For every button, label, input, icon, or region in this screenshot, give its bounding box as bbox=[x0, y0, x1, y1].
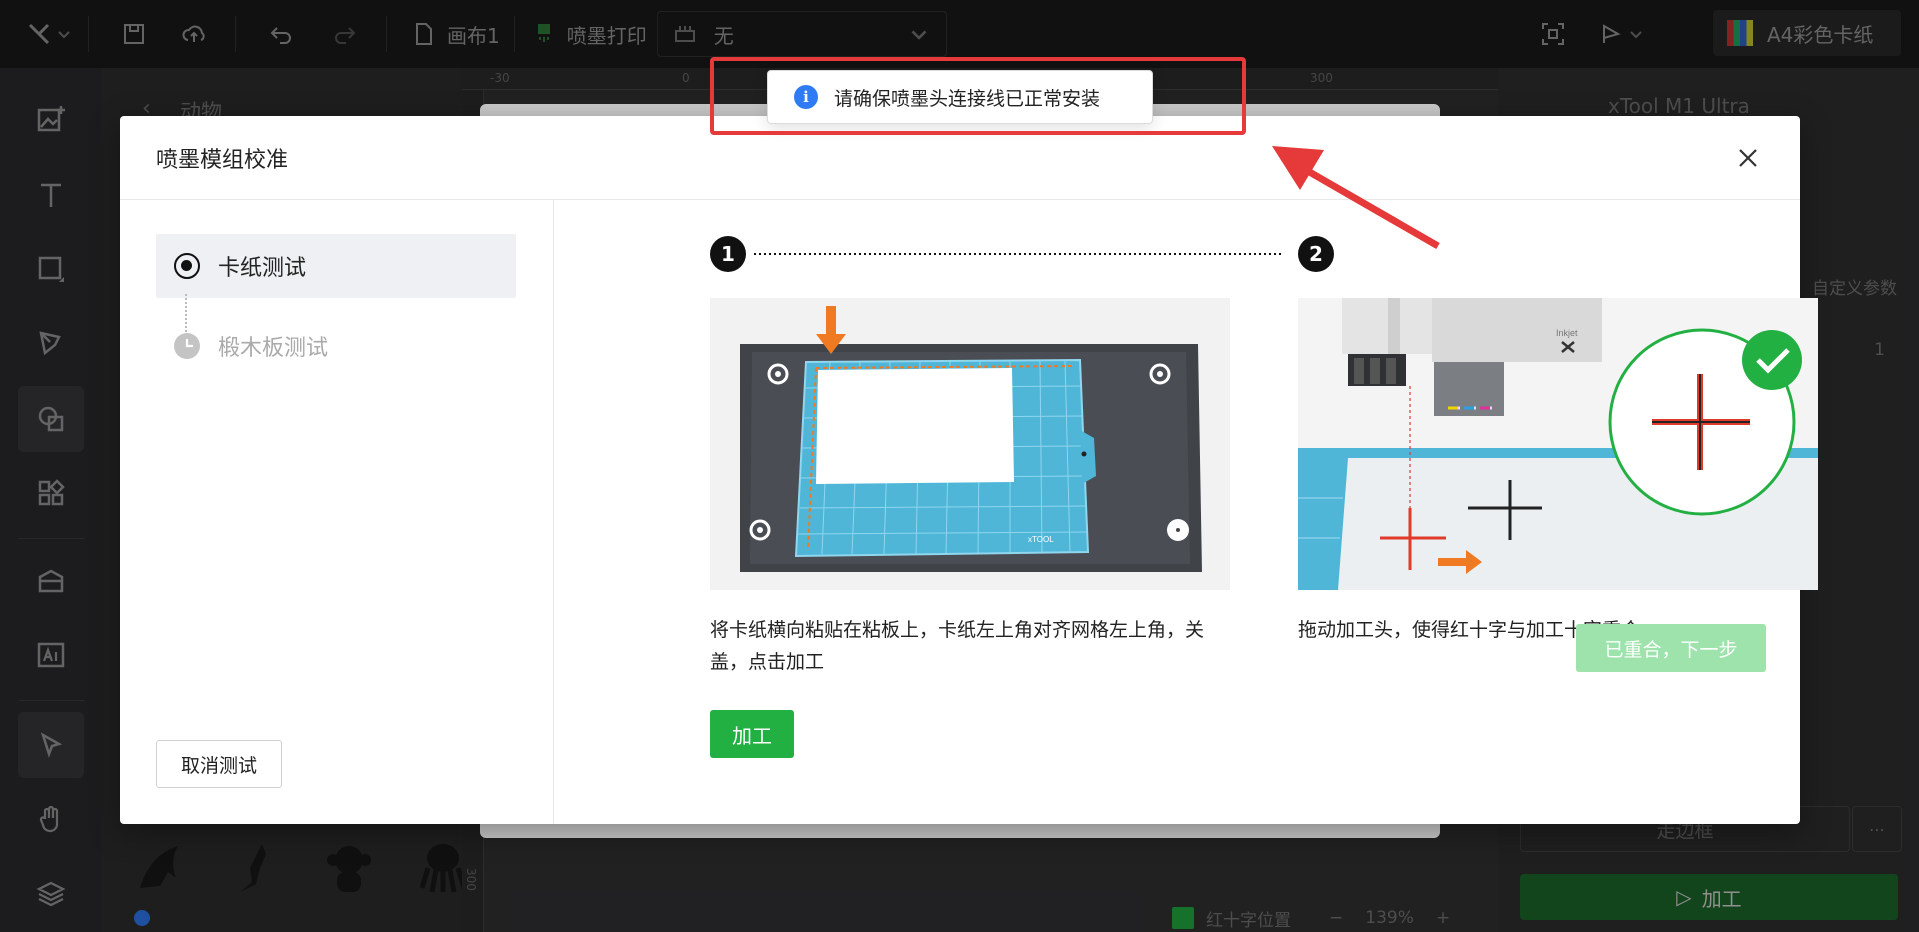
dialog-title: 喷墨模组校准 bbox=[156, 147, 289, 173]
step-cardstock-test[interactable]: 卡纸测试 bbox=[156, 234, 516, 298]
annotation-highlight-box bbox=[710, 57, 1246, 135]
calibration-dialog: 喷墨模组校准 卡纸测试 椴木板测试 取消测试 1 2 xTOOL Inkjet … bbox=[120, 116, 1818, 824]
cardstock-placement-illustration: xTOOL bbox=[710, 298, 1230, 590]
annotation-arrow-icon bbox=[1272, 146, 1440, 250]
illus2-brand: Inkjet bbox=[1556, 328, 1578, 338]
next-label: 已重合，下一步 bbox=[1604, 638, 1738, 661]
process-button[interactable]: 加工 bbox=[710, 710, 794, 758]
step-label: 卡纸测试 bbox=[218, 256, 307, 281]
step-basswood-test: 椴木板测试 bbox=[156, 314, 516, 378]
mat-brand: xTOOL bbox=[1028, 535, 1054, 544]
cancel-test-button[interactable]: 取消测试 bbox=[156, 740, 282, 788]
radio-checked-icon bbox=[174, 253, 200, 279]
progress-dotted-line bbox=[754, 253, 1284, 255]
next-step-button[interactable]: 已重合，下一步 bbox=[1576, 624, 1766, 672]
steps-sidebar: 卡纸测试 椴木板测试 取消测试 bbox=[120, 200, 554, 824]
step-label: 椴木板测试 bbox=[218, 336, 329, 361]
crosshair-alignment-illustration: Inkjet bbox=[1298, 298, 1818, 590]
process-label: 加工 bbox=[732, 723, 772, 748]
cancel-label: 取消测试 bbox=[180, 754, 257, 777]
close-icon[interactable] bbox=[1736, 146, 1760, 170]
stage-number-1: 1 bbox=[710, 236, 746, 272]
stage1-description: 将卡纸横向粘贴在粘板上，卡纸左上角对齐网格左上角，关盖，点击加工 bbox=[710, 619, 1205, 673]
clock-icon bbox=[174, 333, 200, 359]
calibration-content: 1 2 xTOOL Inkjet 将卡纸横向粘贴在粘板上，卡纸左上角对齐网格左上… bbox=[554, 200, 1818, 824]
dialog-body: 卡纸测试 椴木板测试 取消测试 1 2 xTOOL Inkjet 将卡纸横向粘贴… bbox=[120, 200, 1818, 824]
